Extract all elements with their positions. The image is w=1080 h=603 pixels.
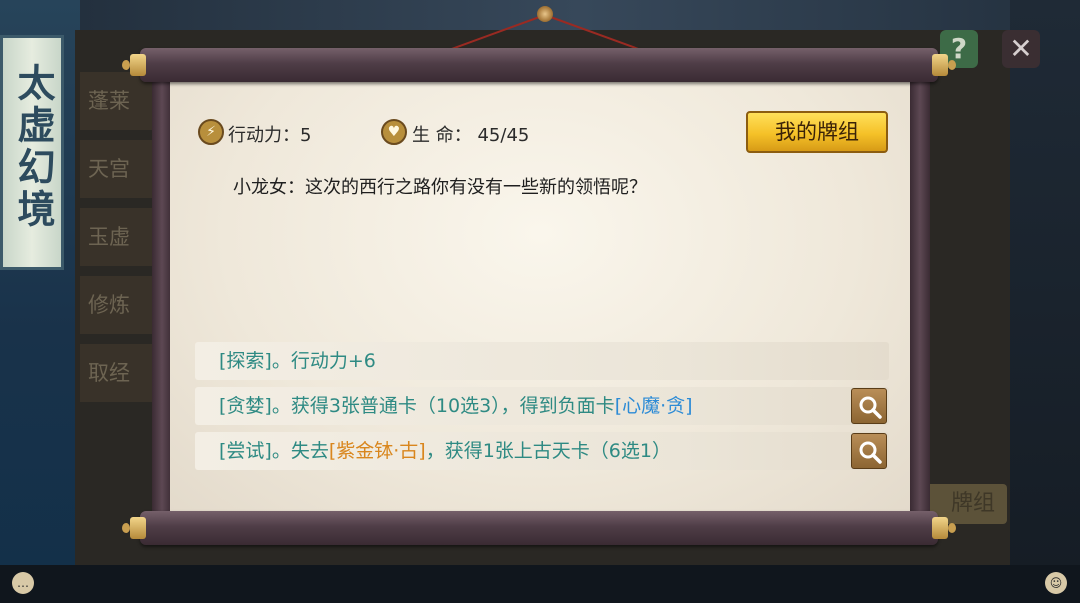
magnifier-icon[interactable]: [851, 388, 887, 424]
background-right-panel: [1010, 0, 1080, 603]
friends-icon[interactable]: ☺: [1045, 572, 1067, 594]
action-points: 行动力：5: [228, 121, 311, 147]
rod-tip-right: [948, 60, 956, 70]
option-try[interactable]: [尝试]。失去[紫金钵·古]，获得1张上古天卡（6选1）: [195, 432, 889, 470]
side-item-tiangong[interactable]: 天宫: [80, 140, 160, 198]
chat-icon[interactable]: …: [12, 572, 34, 594]
option-try-text-2: ，获得1张上古天卡（6选1）: [425, 440, 671, 462]
option-explore[interactable]: [探索]。行动力+6: [195, 342, 889, 380]
rod-tip-left: [122, 523, 130, 533]
option-greed[interactable]: [贪婪]。获得3张普通卡（10选3），得到负面卡[心魔·贪]: [195, 387, 889, 425]
rod-cap-right: [932, 54, 948, 76]
scroll-border-left: [152, 72, 172, 522]
option-greed-text: [贪婪]。获得3张普通卡（10选3），得到负面卡: [219, 395, 615, 417]
nail-icon: [537, 6, 553, 22]
life-points: 生 命： 45/45: [412, 121, 529, 147]
heart-icon: ♥: [381, 119, 407, 145]
rod-tip-right: [948, 523, 956, 533]
side-item-xiulian[interactable]: 修炼: [80, 276, 160, 334]
action-value: 5: [300, 125, 312, 146]
close-button[interactable]: ✕: [1002, 30, 1040, 68]
location-banner: 太虚幻境: [0, 35, 64, 270]
banner-title: 太虚幻境: [11, 63, 56, 231]
life-label: 生 命：: [412, 125, 472, 146]
my-deck-button[interactable]: 我的牌组: [746, 111, 888, 153]
scroll-bottom-rod: [122, 511, 956, 545]
scroll-border-right: [910, 72, 930, 522]
rod-cap-left: [130, 517, 146, 539]
option-explore-text: [探索]。行动力+6: [219, 350, 376, 372]
rod-tip-left: [122, 60, 130, 70]
side-item-qujing[interactable]: 取经: [80, 344, 160, 402]
negative-card-name: [心魔·贪]: [614, 395, 693, 417]
rod-cap-left: [130, 54, 146, 76]
background-top-bar: [80, 0, 1080, 30]
scroll-top-rod: [122, 48, 956, 82]
dialogue-text: 小龙女：这次的西行之路你有没有一些新的领悟呢？: [233, 177, 647, 198]
background-bottom-bar: [0, 565, 1080, 603]
side-item-yuxu[interactable]: 玉虚: [80, 208, 160, 266]
life-value: 45/45: [477, 125, 530, 146]
option-try-text-1: [尝试]。失去: [219, 440, 329, 462]
action-label: 行动力：: [228, 125, 300, 146]
item-name: [紫金钵·古]: [328, 440, 426, 462]
magnifier-icon[interactable]: [851, 433, 887, 469]
rod-cap-right: [932, 517, 948, 539]
lightning-icon: ⚡: [198, 119, 224, 145]
